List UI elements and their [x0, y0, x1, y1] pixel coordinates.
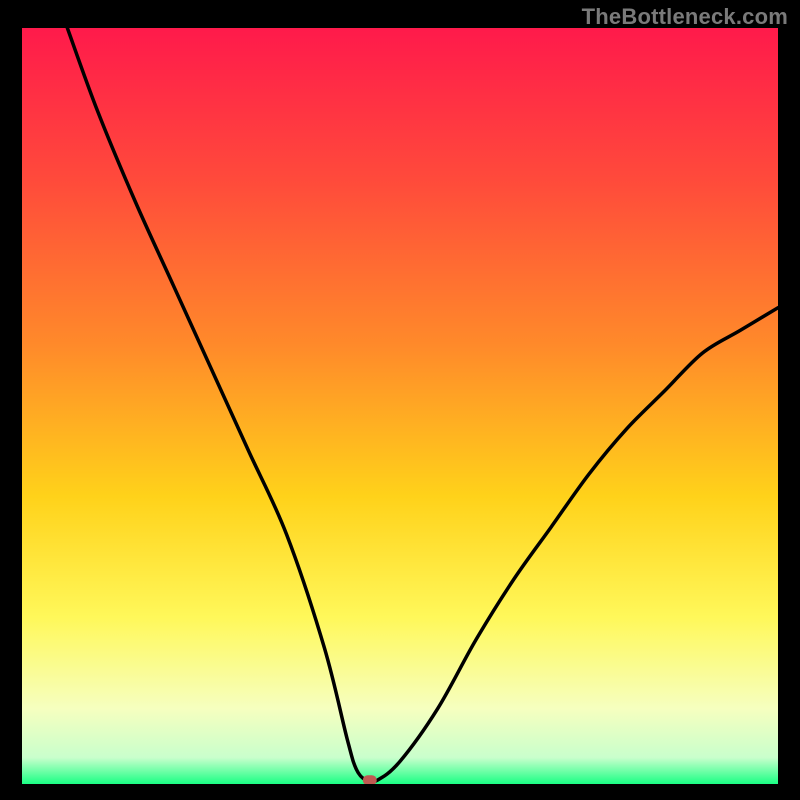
- plot-area: [22, 28, 778, 784]
- optimal-point-marker: [363, 775, 377, 784]
- gradient-background: [22, 28, 778, 784]
- watermark-text: TheBottleneck.com: [582, 4, 788, 30]
- chart-container: TheBottleneck.com: [0, 0, 800, 800]
- chart-svg: [22, 28, 778, 784]
